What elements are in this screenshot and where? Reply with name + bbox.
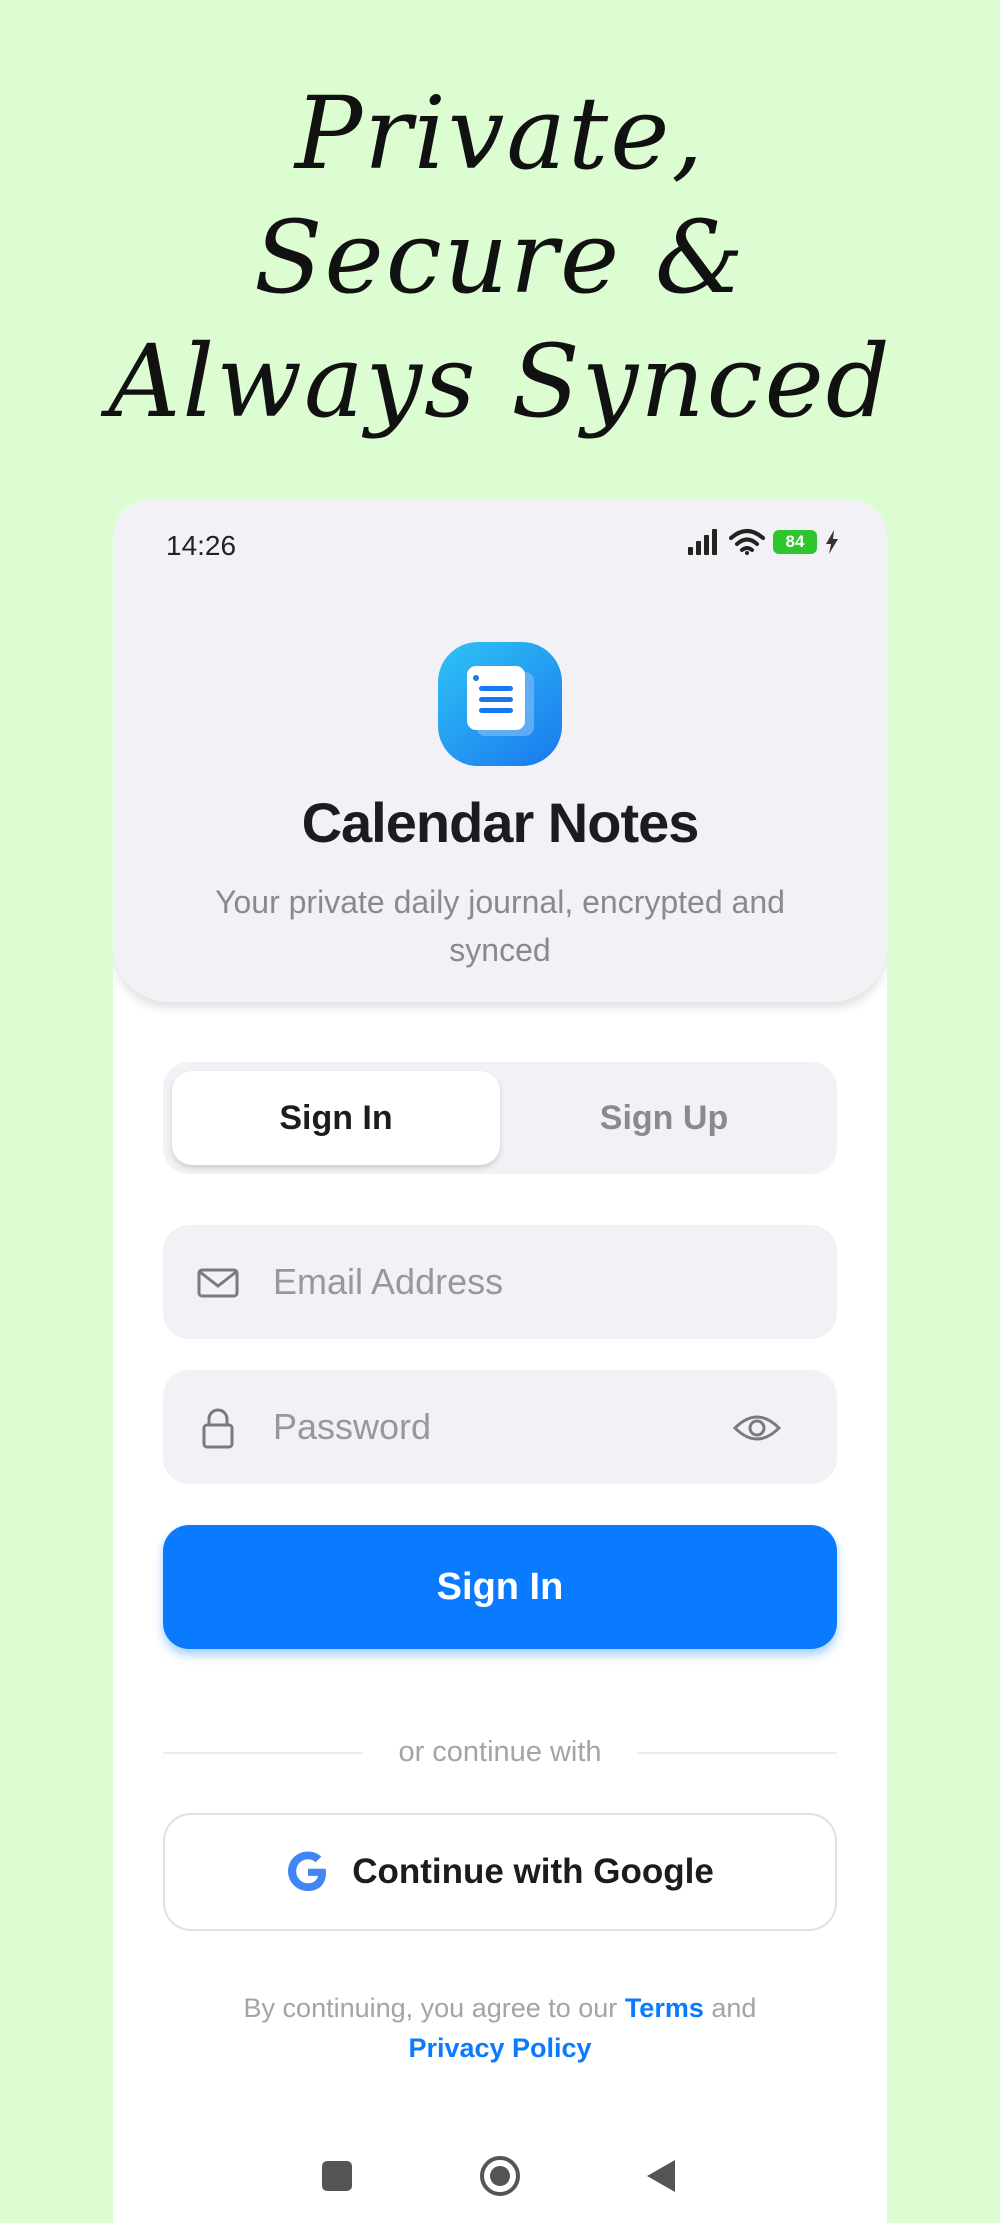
password-input[interactable] — [273, 1370, 753, 1484]
status-time: 14:26 — [166, 530, 237, 561]
email-input[interactable] — [273, 1225, 753, 1339]
eye-icon[interactable] — [733, 1408, 781, 1448]
headline-line-1: Private, — [294, 75, 706, 192]
headline-line-2: Secure & — [254, 199, 746, 316]
auth-mode-switch: Sign In Sign Up — [163, 1062, 837, 1174]
charging-icon — [826, 530, 838, 554]
phone-screen: 14:26 84 Calendar Notes Your private dai… — [113, 500, 887, 2223]
tab-sign-up[interactable]: Sign Up — [500, 1071, 828, 1165]
app-subtitle: Your private daily journal, encrypted an… — [215, 884, 785, 968]
status-icons: 84 — [687, 528, 839, 556]
lock-icon — [202, 1408, 234, 1449]
notes-app-icon — [438, 642, 562, 766]
google-sign-in-button[interactable]: Continue with Google — [163, 1813, 837, 1931]
app-header-card: 14:26 84 Calendar Notes Your private dai… — [113, 500, 887, 1002]
wifi-icon — [729, 529, 765, 555]
privacy-policy-link[interactable]: Privacy Policy — [408, 2033, 591, 2063]
home-button[interactable] — [479, 2155, 521, 2197]
app-title: Calendar Notes — [301, 791, 700, 854]
legal-prefix: By continuing, you agree to our — [243, 1993, 618, 2023]
google-button-label: Continue with Google — [352, 1852, 714, 1891]
signal-icon — [688, 529, 717, 555]
divider-line-right — [637, 1752, 837, 1754]
password-field[interactable] — [163, 1370, 837, 1484]
back-button[interactable] — [645, 2159, 677, 2193]
legal-notice: By continuing, you agree to our Terms an… — [153, 1988, 847, 2068]
tab-sign-in[interactable]: Sign In — [172, 1071, 500, 1165]
sign-in-button[interactable]: Sign In — [163, 1525, 837, 1649]
divider: or continue with — [163, 1732, 837, 1772]
legal-conjunction: and — [711, 1993, 757, 2023]
headline-line-3: Always Synced — [108, 323, 892, 440]
recents-button[interactable] — [321, 2160, 353, 2192]
battery-icon: 84 — [773, 530, 817, 554]
terms-link[interactable]: Terms — [625, 1993, 704, 2023]
system-nav-bar — [113, 2140, 887, 2210]
email-field[interactable] — [163, 1225, 837, 1339]
promo-headline: Private, Secure & Always Synced — [0, 72, 1000, 444]
envelope-icon — [197, 1268, 239, 1298]
google-icon — [288, 1851, 327, 1891]
